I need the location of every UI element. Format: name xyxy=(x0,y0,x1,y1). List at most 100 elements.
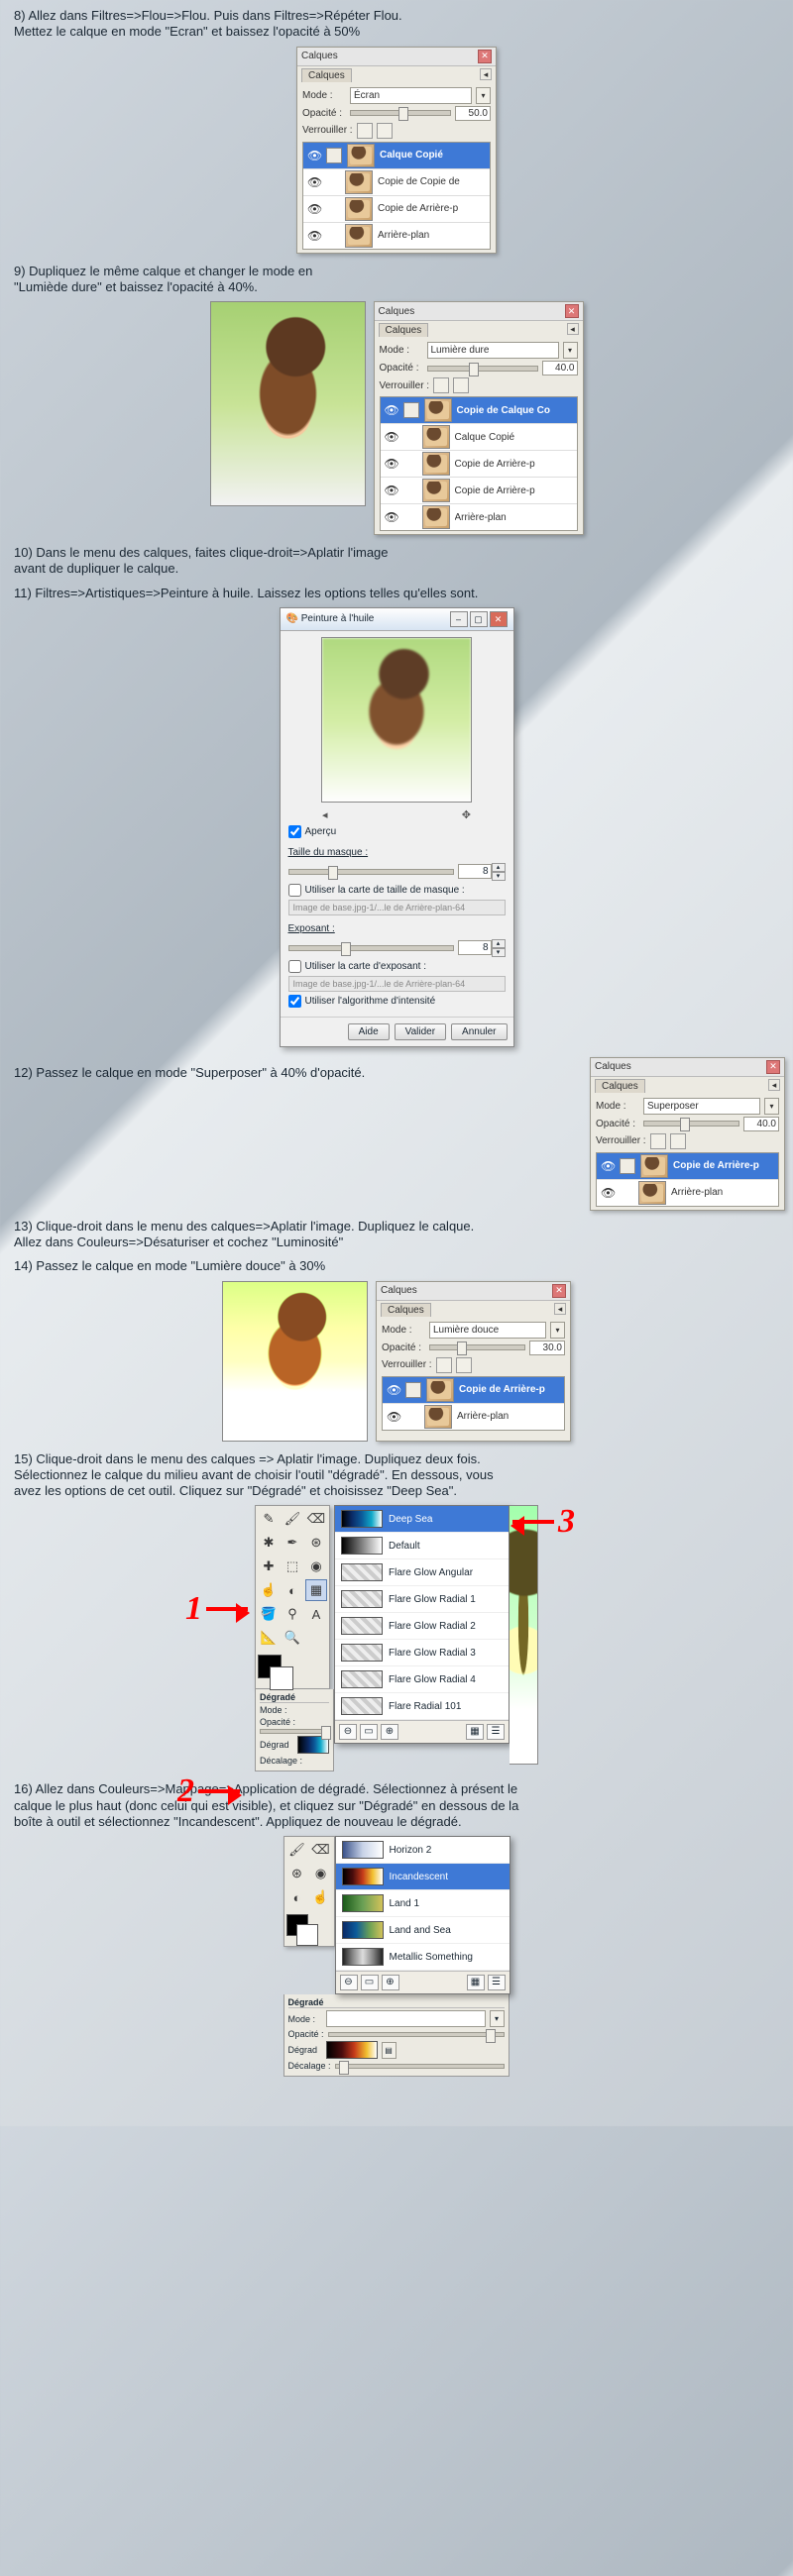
lock-pixels-icon[interactable] xyxy=(650,1133,666,1149)
tool-eyedropper-icon[interactable]: ⚲ xyxy=(282,1603,303,1625)
panel-menu-icon[interactable]: ◂ xyxy=(480,68,492,80)
apercu-checkbox[interactable] xyxy=(288,825,301,838)
offset-slider[interactable] xyxy=(335,2064,505,2069)
tool-bucket-icon[interactable]: 🪣 xyxy=(258,1603,280,1625)
eye-icon[interactable]: 👁 xyxy=(385,510,398,524)
zoom-fit-icon[interactable]: ▭ xyxy=(360,1724,378,1740)
tab-calques[interactable]: Calques xyxy=(595,1079,645,1093)
layer-row[interactable]: 👁Arrière-plan xyxy=(381,504,577,530)
cancel-button[interactable]: Annuler xyxy=(451,1023,507,1040)
prev-icon[interactable]: ◂ xyxy=(322,808,328,821)
tool-ink-icon[interactable]: ✒ xyxy=(282,1532,303,1554)
tool-text-icon[interactable]: A xyxy=(305,1603,327,1625)
eye-icon[interactable]: 👁 xyxy=(307,175,321,189)
tool-heal-icon[interactable]: ✚ xyxy=(258,1556,280,1577)
opacity-slider[interactable] xyxy=(643,1121,739,1127)
chevron-down-icon[interactable]: ▾ xyxy=(490,2010,505,2027)
lock-alpha-icon[interactable] xyxy=(456,1357,472,1373)
tool-blur-icon[interactable]: ◉ xyxy=(305,1556,327,1577)
chevron-down-icon[interactable]: ▾ xyxy=(563,342,578,359)
spin-down-icon[interactable]: ▾ xyxy=(492,948,506,957)
close-icon[interactable]: ✕ xyxy=(490,611,508,627)
opacity-value[interactable]: 40.0 xyxy=(743,1117,779,1131)
tool-eraser-icon[interactable]: ⌫ xyxy=(305,1508,327,1530)
tool-smudge-icon[interactable]: ☝ xyxy=(310,1886,332,1908)
tool-dodge-icon[interactable]: ◐ xyxy=(286,1886,308,1908)
tab-calques[interactable]: Calques xyxy=(379,323,429,337)
tab-calques[interactable]: Calques xyxy=(381,1303,431,1317)
gradient-item[interactable]: Flare Radial 101 xyxy=(335,1693,509,1720)
eye-icon[interactable]: 👁 xyxy=(385,483,398,497)
grad-opacity-slider[interactable] xyxy=(260,1729,329,1734)
panel-menu-icon[interactable]: ◂ xyxy=(554,1303,566,1315)
gradient-item[interactable]: Flare Glow Radial 3 xyxy=(335,1640,509,1666)
tool-airbrush-icon[interactable]: ✱ xyxy=(258,1532,280,1554)
grid-view-icon[interactable]: ▦ xyxy=(466,1724,484,1740)
gradient-item[interactable]: Incandescent xyxy=(336,1864,510,1890)
gradient-chooser-icon[interactable]: ▤ xyxy=(382,2042,396,2059)
eye-icon[interactable]: 👁 xyxy=(387,1410,400,1424)
zoom-out-icon[interactable]: ⊖ xyxy=(340,1975,358,1990)
layer-row[interactable]: 👁Copie de Arrière-p xyxy=(597,1153,778,1180)
close-icon[interactable]: ✕ xyxy=(565,304,579,318)
grad-mode-select[interactable] xyxy=(326,2010,486,2027)
panel-menu-icon[interactable]: ◂ xyxy=(567,323,579,335)
gradient-item[interactable]: Horizon 2 xyxy=(336,1837,510,1864)
maximize-icon[interactable]: ▢ xyxy=(470,611,488,627)
list-view-icon[interactable]: ☰ xyxy=(487,1724,505,1740)
gradient-item[interactable]: Flare Glow Radial 4 xyxy=(335,1666,509,1693)
lock-alpha-icon[interactable] xyxy=(453,377,469,393)
eye-icon[interactable]: 👁 xyxy=(601,1159,615,1173)
lock-alpha-icon[interactable] xyxy=(377,123,393,139)
grad-opacity-slider[interactable] xyxy=(328,2032,505,2037)
lock-alpha-icon[interactable] xyxy=(670,1133,686,1149)
opacity-slider[interactable] xyxy=(350,110,451,116)
chevron-down-icon[interactable]: ▾ xyxy=(476,87,491,104)
tool-perspective-icon[interactable]: ⬚ xyxy=(282,1556,303,1577)
list-view-icon[interactable]: ☰ xyxy=(488,1975,506,1990)
help-button[interactable]: Aide xyxy=(348,1023,390,1040)
tool-measure-icon[interactable]: 📐 xyxy=(258,1627,280,1649)
mask-size-slider[interactable] xyxy=(288,869,454,875)
tool-smudge-icon[interactable]: ☝ xyxy=(258,1579,280,1601)
gradient-item[interactable]: Deep Sea xyxy=(335,1506,509,1533)
layer-row[interactable]: 👁Arrière-plan xyxy=(383,1404,564,1430)
eye-icon[interactable]: 👁 xyxy=(307,229,321,243)
close-icon[interactable]: ✕ xyxy=(478,50,492,63)
opacity-value[interactable]: 40.0 xyxy=(542,361,578,376)
layer-row[interactable]: 👁Copie de Arrière-p xyxy=(303,196,490,223)
spin-up-icon[interactable]: ▴ xyxy=(492,863,506,872)
layer-row[interactable]: 👁Arrière-plan xyxy=(303,223,490,249)
gradient-item[interactable]: Metallic Something xyxy=(336,1944,510,1971)
gradient-item[interactable]: Flare Glow Radial 1 xyxy=(335,1586,509,1613)
use-exp-map-checkbox[interactable] xyxy=(288,960,301,973)
eye-icon[interactable]: 👁 xyxy=(601,1186,615,1200)
move-icon[interactable]: ✥ xyxy=(462,808,471,821)
layer-row[interactable]: 👁Copie de Arrière-p xyxy=(383,1377,564,1404)
eye-icon[interactable]: 👁 xyxy=(307,149,321,162)
minimize-icon[interactable]: – xyxy=(450,611,468,627)
opacity-slider[interactable] xyxy=(427,366,538,372)
tool-clone-icon[interactable]: ⊛ xyxy=(305,1532,327,1554)
grid-view-icon[interactable]: ▦ xyxy=(467,1975,485,1990)
lock-pixels-icon[interactable] xyxy=(436,1357,452,1373)
mask-size-value[interactable]: 8 xyxy=(458,864,492,879)
exponent-slider[interactable] xyxy=(288,945,454,951)
eye-icon[interactable]: 👁 xyxy=(385,457,398,471)
opacity-value[interactable]: 50.0 xyxy=(455,106,491,121)
close-icon[interactable]: ✕ xyxy=(552,1284,566,1298)
mode-select[interactable]: Lumière dure xyxy=(427,342,559,359)
layer-row[interactable]: 👁Copie de Arrière-p xyxy=(381,478,577,504)
zoom-fit-icon[interactable]: ▭ xyxy=(361,1975,379,1990)
mode-select[interactable]: Superposer xyxy=(643,1098,760,1115)
chevron-down-icon[interactable]: ▾ xyxy=(550,1322,565,1339)
tool-pencil-icon[interactable]: ✎ xyxy=(258,1508,280,1530)
tool-dodge-icon[interactable]: ◐ xyxy=(282,1579,303,1601)
gradient-item[interactable]: Flare Glow Radial 2 xyxy=(335,1613,509,1640)
tool-gradient-icon[interactable]: ▦ xyxy=(305,1579,327,1601)
tool-eraser-icon[interactable]: ⌫ xyxy=(310,1839,332,1861)
eye-icon[interactable]: 👁 xyxy=(385,403,398,417)
gradient-item[interactable]: Default xyxy=(335,1533,509,1559)
ok-button[interactable]: Valider xyxy=(395,1023,446,1040)
zoom-in-icon[interactable]: ⊕ xyxy=(381,1724,398,1740)
